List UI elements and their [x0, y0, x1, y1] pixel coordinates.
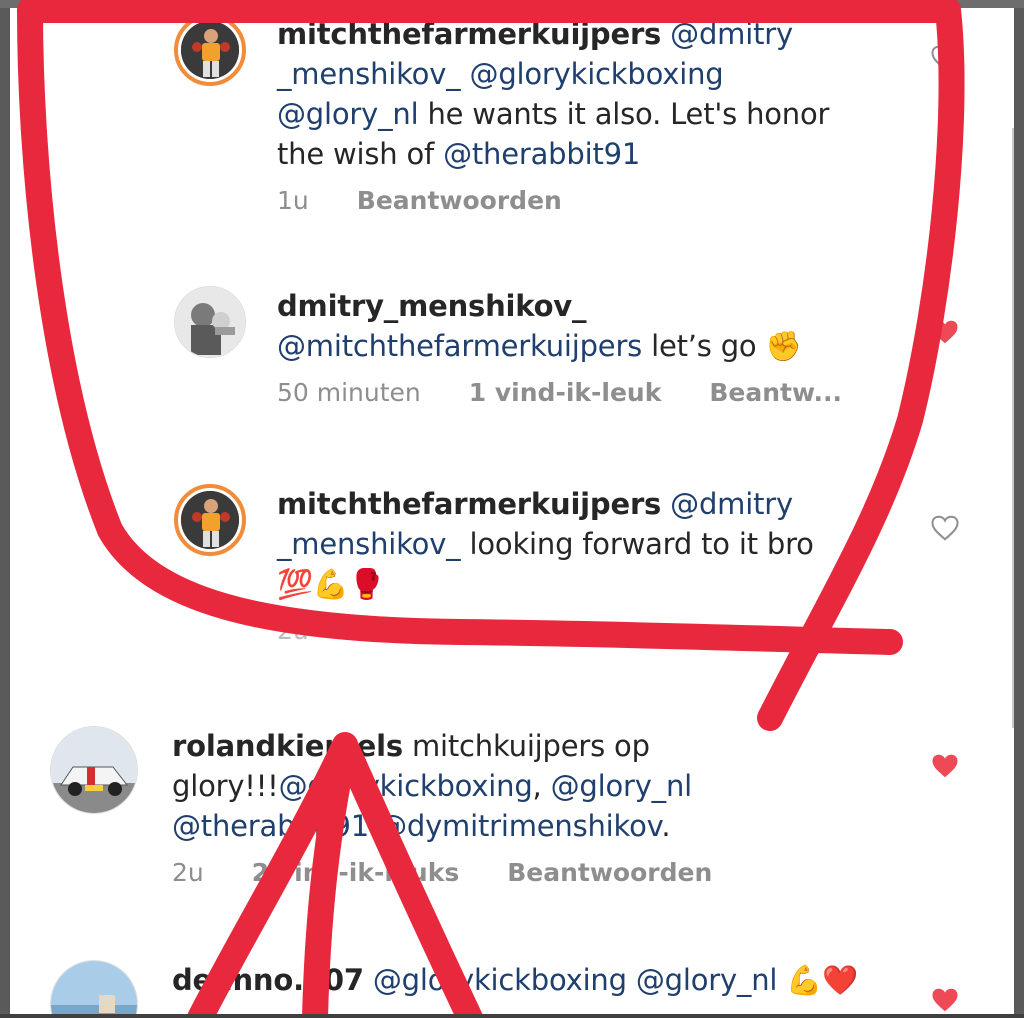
comment-item: dmitry_menshikov_ @mitchthefarmerkuijper…: [174, 286, 917, 407]
comment-username[interactable]: rolandkierkels: [172, 729, 403, 763]
comment-text: dennno.007 @glorykickboxing @glory_nl 💪❤…: [172, 960, 932, 1000]
comment-item: mitchthefarmerkuijpers @dmitry _menshiko…: [174, 14, 897, 215]
comment-message: let’s go ✊: [642, 329, 802, 363]
mention-link[interactable]: _menshikov_: [277, 527, 461, 561]
likes-count[interactable]: 1 vind-ik-leuk: [469, 378, 662, 407]
reply-button[interactable]: Beantwoorden: [357, 186, 562, 215]
comment-message: [627, 963, 636, 997]
reply-button[interactable]: Beantw...: [709, 378, 842, 407]
mention-link[interactable]: @glory_nl: [551, 769, 693, 803]
comment-message: ,: [532, 769, 551, 803]
emoji-text: 💯💪🥊: [277, 567, 385, 601]
mention-link[interactable]: @dmitry: [670, 487, 793, 521]
comment-body: mitchthefarmerkuijpers @dmitry _menshiko…: [277, 484, 897, 645]
comment-message: the wish of: [277, 137, 444, 171]
mention-link[interactable]: @glorykickboxing: [470, 57, 724, 91]
mention-link[interactable]: @glory_nl: [277, 97, 419, 131]
comment-message: [369, 809, 378, 843]
comment-text: rolandkierkels mitchkuijpers op glory!!!…: [172, 726, 872, 846]
comment-body: rolandkierkels mitchkuijpers op glory!!!…: [172, 726, 872, 887]
comments-panel: mitchthefarmerkuijpers @dmitry _menshiko…: [10, 8, 1014, 1014]
comment-username[interactable]: mitchthefarmerkuijpers: [277, 17, 661, 51]
comment-message: he wants it also. Let's honor: [418, 97, 830, 131]
mention-link[interactable]: @glorykickboxing: [364, 963, 627, 997]
mention-link[interactable]: @therabbit91: [443, 137, 640, 171]
comment-text: mitchthefarmerkuijpers @dmitry _menshiko…: [277, 484, 897, 604]
comment-username[interactable]: dmitry_menshikov_: [277, 289, 587, 323]
comment-meta: 50 minuten 1 vind-ik-leuk Beantw...: [277, 378, 917, 407]
mention-link[interactable]: @mitchthefarmerkuijpers: [277, 329, 642, 363]
comment-body: dennno.007 @glorykickboxing @glory_nl 💪❤…: [172, 960, 932, 1014]
reply-button[interactable]: Beantwoorden: [357, 616, 562, 645]
fighter-avatar-icon[interactable]: [174, 14, 246, 86]
comment-username[interactable]: mitchthefarmerkuijpers: [277, 487, 661, 521]
comment-item: dennno.007 @glorykickboxing @glory_nl 💪❤…: [50, 960, 932, 1014]
comment-message: glory!!!: [172, 769, 279, 803]
car-avatar-icon[interactable]: [50, 726, 138, 814]
likes-count[interactable]: 2 vind-ik-leuks: [252, 858, 459, 887]
scrollbar-track[interactable]: [1012, 128, 1014, 728]
comment-message: mitchkuijpers op: [402, 729, 650, 763]
comment-message: .: [661, 809, 671, 843]
comment-text: mitchthefarmerkuijpers @dmitry _menshiko…: [277, 14, 897, 174]
heart-icon[interactable]: [930, 752, 960, 780]
comment-item: rolandkierkels mitchkuijpers op glory!!!…: [50, 726, 872, 887]
heart-outline-icon[interactable]: [930, 514, 960, 542]
comment-time: 2u: [277, 616, 309, 645]
heart-outline-icon[interactable]: [930, 44, 960, 72]
boxer-avatar-icon[interactable]: [174, 286, 246, 358]
mention-link[interactable]: _menshikov_: [277, 57, 461, 91]
comment-time: 1u: [277, 186, 309, 215]
top-edge-strip: [0, 0, 1024, 8]
mention-link[interactable]: @dmitry: [670, 17, 793, 51]
comment-meta: 1u Beantwoorden: [277, 186, 897, 215]
comment-message: looking forward to it bro: [460, 527, 814, 561]
heart-icon[interactable]: [930, 986, 960, 1014]
comment-time: 2u: [172, 858, 204, 887]
comment-time: 50 minuten: [277, 378, 421, 407]
comment-body: mitchthefarmerkuijpers @dmitry _menshiko…: [277, 14, 897, 215]
fighter-avatar-icon[interactable]: [174, 484, 246, 556]
landscape-avatar-icon[interactable]: [50, 960, 138, 1014]
mention-link[interactable]: @glory_nl: [636, 963, 778, 997]
comment-text: dmitry_menshikov_ @mitchthefarmerkuijper…: [277, 286, 917, 366]
comment-username[interactable]: dennno.007: [172, 963, 364, 997]
comment-meta: 2u Beantwoorden: [277, 616, 897, 645]
reply-button[interactable]: Beantwoorden: [507, 858, 712, 887]
heart-icon[interactable]: [930, 318, 960, 346]
mention-link[interactable]: @therabbit91: [172, 809, 369, 843]
emoji-text: 💪❤️: [777, 963, 859, 997]
comment-meta: 2u 2 vind-ik-leuks Beantwoorden: [172, 858, 872, 887]
comment-item: mitchthefarmerkuijpers @dmitry _menshiko…: [174, 484, 897, 645]
comment-body: dmitry_menshikov_ @mitchthefarmerkuijper…: [277, 286, 917, 407]
mention-link[interactable]: @dymitrimenshikov: [378, 809, 661, 843]
mention-link[interactable]: @glorykickboxing: [279, 769, 533, 803]
bottom-edge-strip: [0, 1014, 1024, 1018]
